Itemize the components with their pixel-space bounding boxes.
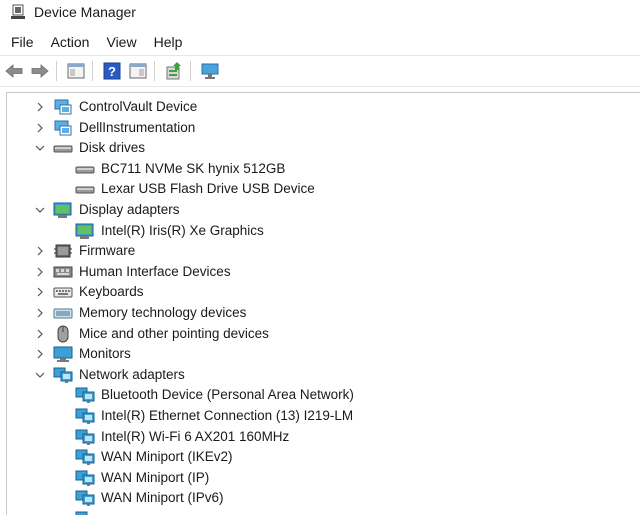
network-adapter-icon xyxy=(75,490,95,507)
chevron-right-icon[interactable] xyxy=(33,244,47,258)
menu-action[interactable]: Action xyxy=(51,32,90,52)
tree-category-row[interactable]: Memory technology devices xyxy=(7,303,640,323)
monitor-icon xyxy=(53,346,73,363)
pc-card-icon xyxy=(54,99,72,115)
disk-drive-icon xyxy=(75,166,95,174)
tree-device-row[interactable]: WAN Miniport (IPv6) xyxy=(7,488,640,508)
tree-item-label: Network adapters xyxy=(79,366,185,382)
menu-file[interactable]: File xyxy=(11,32,34,52)
network-adapter-icon xyxy=(75,408,95,424)
network-adapter-icon xyxy=(75,429,95,445)
toolbar-separator xyxy=(56,61,57,81)
back-arrow-icon[interactable] xyxy=(4,61,24,81)
disk-drive-icon xyxy=(53,145,73,153)
memory-icon xyxy=(53,308,73,319)
network-adapter-icon xyxy=(75,470,95,486)
tree-item-label: Monitors xyxy=(79,346,131,362)
chevron-right-icon[interactable] xyxy=(33,121,47,135)
window-title: Device Manager xyxy=(34,4,136,20)
tree-item-label: Display adapters xyxy=(79,202,180,217)
tree-category-row[interactable]: Keyboards xyxy=(7,282,640,302)
tree-item-label: Intel(R) Iris(R) Xe Graphics xyxy=(101,222,264,238)
tree-item-label: Intel(R) Wi-Fi 6 AX201 160MHz xyxy=(101,428,290,444)
tree-item-label: Lexar USB Flash Drive USB Device xyxy=(101,181,315,197)
tree-category-row[interactable]: Monitors xyxy=(7,344,640,364)
toolbar-separator xyxy=(154,61,155,81)
tree-item-label: DellInstrumentation xyxy=(79,119,196,135)
device-manager-icon xyxy=(11,4,25,19)
tree-item-label: Mice and other pointing devices xyxy=(79,325,269,341)
menu-help[interactable]: Help xyxy=(154,32,183,52)
tree-item-label: Keyboards xyxy=(79,284,144,300)
tree-item-label: WAN Miniport (IPv6) xyxy=(101,490,224,506)
tree-device-row[interactable]: WAN Miniport (IKEv2) xyxy=(7,447,640,467)
tree-item-label: ControlVault Device xyxy=(79,99,198,114)
tree-device-row[interactable]: Lexar USB Flash Drive USB Device xyxy=(7,179,640,199)
chevron-down-icon[interactable] xyxy=(33,368,47,382)
scan-hardware-changes-icon[interactable] xyxy=(200,61,220,81)
tree-item-label: Human Interface Devices xyxy=(79,263,231,279)
tree-category-row[interactable]: Mice and other pointing devices xyxy=(7,324,640,344)
chevron-right-icon[interactable] xyxy=(33,306,47,320)
tree-device-row[interactable]: Intel(R) Wi-Fi 6 AX201 160MHz xyxy=(7,427,640,447)
chevron-right-icon[interactable] xyxy=(33,285,47,299)
chevron-down-icon[interactable] xyxy=(33,203,47,217)
svg-text:?: ? xyxy=(108,64,116,79)
help-icon[interactable]: ? xyxy=(102,61,122,81)
show-hide-console-tree-icon[interactable] xyxy=(66,61,86,81)
device-tree: ControlVault Device DellInstrumentation Di… xyxy=(6,92,640,515)
tree-item-label: WAN Miniport (IKEv2) xyxy=(101,449,233,465)
chevron-right-icon[interactable] xyxy=(33,265,47,279)
display-adapter-icon xyxy=(53,202,72,218)
tree-device-row[interactable]: Bluetooth Device (Personal Area Network) xyxy=(7,385,640,405)
tree-item-label: BC711 NVMe SK hynix 512GB xyxy=(101,160,286,176)
forward-arrow-icon[interactable] xyxy=(30,61,50,81)
chevron-right-icon[interactable] xyxy=(33,100,47,114)
chevron-right-icon[interactable] xyxy=(33,327,47,341)
tree-category-row[interactable]: ControlVault Device xyxy=(7,97,640,117)
mouse-icon xyxy=(57,325,69,343)
tree-device-row[interactable]: Intel(R) Ethernet Connection (13) I219-L… xyxy=(7,406,640,426)
update-driver-icon[interactable] xyxy=(164,61,184,81)
title-bar: Device Manager xyxy=(0,0,640,26)
chevron-down-icon[interactable] xyxy=(33,141,47,155)
pc-card-icon xyxy=(54,120,72,136)
firmware-icon xyxy=(54,244,72,258)
menu-view[interactable]: View xyxy=(106,32,136,52)
tree-category-row[interactable]: Firmware xyxy=(7,241,640,261)
tree-item-label: Bluetooth Device (Personal Area Network) xyxy=(101,387,354,403)
tree-device-row[interactable]: BC711 NVMe SK hynix 512GB xyxy=(7,159,640,179)
tree-category-row[interactable]: Network adapters xyxy=(7,365,640,385)
toolbar-separator xyxy=(92,61,93,81)
properties-icon[interactable] xyxy=(128,61,148,81)
toolbar-separator xyxy=(190,61,191,81)
tree-item-label: WAN Miniport (IP) xyxy=(101,469,210,485)
tree-item-label: Intel(R) Ethernet Connection (13) I219-L… xyxy=(101,408,354,423)
tree-category-row[interactable]: Human Interface Devices xyxy=(7,262,640,282)
keyboard-icon xyxy=(53,287,73,298)
disk-drive-icon xyxy=(75,186,95,194)
tree-device-row[interactable] xyxy=(7,509,640,515)
menu-bar: File Action View Help xyxy=(0,30,640,54)
network-adapter-icon xyxy=(53,367,73,383)
network-adapter-icon xyxy=(75,387,95,404)
tree-device-row[interactable]: Intel(R) Iris(R) Xe Graphics xyxy=(7,221,640,241)
network-adapter-icon xyxy=(75,449,95,466)
toolbar: ? xyxy=(0,55,640,87)
hid-icon xyxy=(53,266,73,278)
tree-item-label: Firmware xyxy=(79,243,136,259)
display-adapter-icon xyxy=(75,223,94,239)
network-adapter-icon xyxy=(75,511,88,515)
chevron-right-icon[interactable] xyxy=(33,347,47,361)
tree-device-row[interactable]: WAN Miniport (IP) xyxy=(7,468,640,488)
tree-category-row[interactable]: DellInstrumentation xyxy=(7,118,640,138)
tree-item-label: Memory technology devices xyxy=(79,305,247,320)
tree-category-row[interactable]: Disk drives xyxy=(7,138,640,158)
tree-item-label: Disk drives xyxy=(79,140,146,156)
tree-category-row[interactable]: Display adapters xyxy=(7,200,640,220)
